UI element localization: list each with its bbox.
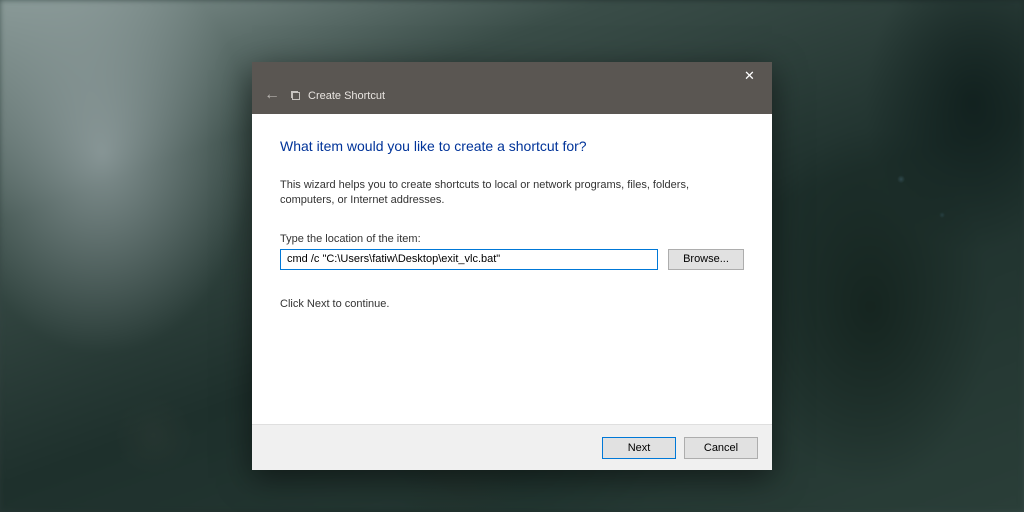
page-heading: What item would you like to create a sho… <box>280 138 744 154</box>
location-label: Type the location of the item: <box>280 233 744 245</box>
cancel-button[interactable]: Cancel <box>684 437 758 459</box>
dialog-content: What item would you like to create a sho… <box>252 114 772 424</box>
next-button[interactable]: Next <box>602 437 676 459</box>
browse-button[interactable]: Browse... <box>668 249 744 270</box>
dialog-titlebar[interactable]: ← Create Shortcut ✕ <box>252 62 772 114</box>
dialog-footer: Next Cancel <box>252 424 772 470</box>
continue-instruction: Click Next to continue. <box>280 298 744 310</box>
location-input[interactable] <box>280 249 658 270</box>
location-input-row: Browse... <box>280 249 744 270</box>
wizard-description: This wizard helps you to create shortcut… <box>280 178 744 209</box>
close-button[interactable]: ✕ <box>727 62 772 90</box>
create-shortcut-dialog: ← Create Shortcut ✕ What item would you … <box>252 62 772 470</box>
shortcut-icon <box>292 92 300 100</box>
back-arrow-icon: ← <box>264 86 280 104</box>
dialog-title: Create Shortcut <box>308 90 385 102</box>
close-icon: ✕ <box>744 68 755 84</box>
